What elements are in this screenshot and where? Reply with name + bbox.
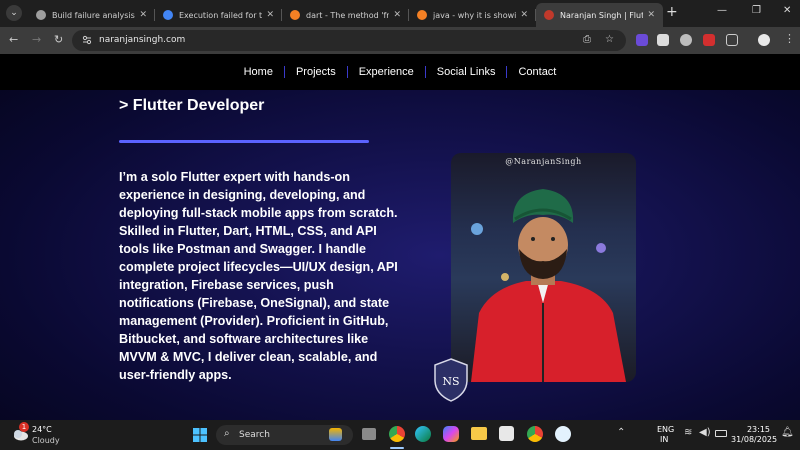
weather-desc: Cloudy bbox=[32, 436, 60, 445]
windows-start-icon[interactable] bbox=[193, 428, 207, 442]
taskbar-search-label: Search bbox=[239, 430, 270, 440]
chevron-up-icon[interactable]: ⌃ bbox=[617, 427, 625, 438]
address-bar[interactable]: naranjansingh.com ⎙ ☆ bbox=[72, 30, 626, 51]
store-icon[interactable] bbox=[499, 426, 514, 441]
gear-icon bbox=[36, 10, 46, 20]
tab-title: java - why it is showing e bbox=[433, 10, 517, 20]
nav-link-social-links[interactable]: Social Links bbox=[424, 66, 507, 78]
ns-shield-logo: NS bbox=[434, 358, 468, 402]
clock-date: 31/08/2025 bbox=[731, 435, 778, 444]
tab-title: Execution failed for task bbox=[179, 10, 263, 20]
extension-icon[interactable] bbox=[657, 34, 669, 46]
close-tab-icon[interactable]: ✕ bbox=[393, 10, 401, 20]
notification-bell-icon[interactable]: 🔔︎ bbox=[781, 427, 794, 438]
new-tab-icon[interactable]: + bbox=[666, 4, 678, 20]
close-window-icon[interactable]: ✕ bbox=[783, 5, 791, 16]
tab-search-icon[interactable]: ⌄ bbox=[6, 5, 22, 21]
badge-text: NS bbox=[442, 375, 459, 388]
bookmark-star-icon[interactable]: ☆ bbox=[605, 34, 614, 45]
tab-title: Naranjan Singh | Flutter D bbox=[560, 10, 644, 20]
minimize-icon[interactable]: — bbox=[717, 5, 727, 16]
url-text: naranjansingh.com bbox=[99, 35, 186, 45]
person-figure bbox=[471, 189, 626, 382]
bio-paragraph: I’m a solo Flutter expert with hands-on … bbox=[119, 170, 398, 382]
tab-title: dart - The method 'fromJ bbox=[306, 10, 390, 20]
browser-tab[interactable]: java - why it is showing e✕ bbox=[409, 3, 536, 27]
browser-tab-bar: ⌄ Build failure analysis ✕ Execution faile… bbox=[0, 0, 800, 27]
nav-link-experience[interactable]: Experience bbox=[346, 66, 425, 78]
profile-photo: @NaranjanSingh bbox=[451, 153, 636, 382]
taskbar: 1 24°C Cloudy ⌕ Search ⌃ ENG IN ≋ ◀) 23:… bbox=[0, 420, 800, 450]
battery-icon[interactable] bbox=[715, 430, 727, 437]
extension-icon[interactable] bbox=[636, 34, 648, 46]
wifi-icon[interactable]: ≋ bbox=[684, 427, 692, 438]
browser-tab[interactable]: Naranjan Singh | Flutter D✕ bbox=[536, 3, 663, 27]
site-settings-icon[interactable] bbox=[82, 35, 92, 45]
browser-toolbar: ← → ↻ naranjansingh.com ⎙ ☆ ⋮ bbox=[0, 27, 800, 54]
close-tab-icon[interactable]: ✕ bbox=[139, 10, 147, 20]
file-explorer-icon[interactable] bbox=[471, 427, 487, 440]
site-navbar: Home Projects Experience Social Links Contac… bbox=[0, 54, 800, 90]
nav-link-contact[interactable]: Contact bbox=[506, 66, 567, 78]
install-app-icon[interactable]: ⎙ bbox=[583, 34, 591, 45]
taskbar-search-box[interactable]: ⌕ Search bbox=[216, 425, 353, 445]
search-highlight-icon bbox=[329, 428, 342, 441]
web-page: Home Projects Experience Social Links Contac… bbox=[0, 54, 800, 420]
close-tab-icon[interactable]: ✕ bbox=[520, 10, 528, 20]
search-icon: ⌕ bbox=[224, 428, 230, 439]
close-tab-icon[interactable]: ✕ bbox=[266, 10, 274, 20]
active-app-indicator bbox=[390, 447, 404, 449]
role-heading: > Flutter Developer bbox=[119, 97, 265, 114]
android-studio-icon[interactable] bbox=[555, 426, 571, 442]
copilot-icon[interactable] bbox=[443, 426, 459, 442]
stackoverflow-icon bbox=[417, 10, 427, 20]
google-icon bbox=[163, 10, 173, 20]
close-tab-icon[interactable]: ✕ bbox=[647, 10, 655, 20]
input-language[interactable]: ENG bbox=[657, 425, 674, 434]
tab-title: Build failure analysis bbox=[52, 10, 135, 20]
forward-icon[interactable]: → bbox=[32, 33, 41, 46]
back-icon[interactable]: ← bbox=[9, 33, 18, 46]
browser-tab[interactable]: Build failure analysis ✕ bbox=[28, 3, 155, 27]
task-view-icon[interactable] bbox=[362, 428, 376, 440]
extension-icon[interactable] bbox=[680, 34, 692, 46]
accent-divider bbox=[119, 140, 369, 143]
menu-kebab-icon[interactable]: ⋮ bbox=[784, 32, 795, 45]
chrome-taskbar-icon[interactable] bbox=[389, 426, 405, 442]
profile-avatar-icon[interactable] bbox=[758, 34, 770, 46]
stackoverflow-icon bbox=[290, 10, 300, 20]
volume-icon[interactable]: ◀) bbox=[699, 427, 711, 438]
nav-link-projects[interactable]: Projects bbox=[283, 66, 347, 78]
extensions-puzzle-icon[interactable] bbox=[726, 34, 738, 46]
nav-link-home[interactable]: Home bbox=[233, 66, 284, 78]
reload-icon[interactable]: ↻ bbox=[54, 33, 63, 46]
weather-temp: 24°C bbox=[32, 425, 52, 434]
extension-icon[interactable] bbox=[703, 34, 715, 46]
chrome-alt-icon[interactable] bbox=[527, 426, 543, 442]
weather-badge: 1 bbox=[19, 422, 29, 432]
avatar-icon bbox=[544, 10, 554, 20]
edge-icon[interactable] bbox=[415, 426, 431, 442]
input-region: IN bbox=[660, 435, 669, 444]
browser-tab[interactable]: dart - The method 'fromJ✕ bbox=[282, 3, 409, 27]
restore-icon[interactable]: ❐ bbox=[752, 5, 761, 16]
browser-tab[interactable]: Execution failed for task✕ bbox=[155, 3, 282, 27]
clock-time[interactable]: 23:15 bbox=[738, 425, 770, 434]
